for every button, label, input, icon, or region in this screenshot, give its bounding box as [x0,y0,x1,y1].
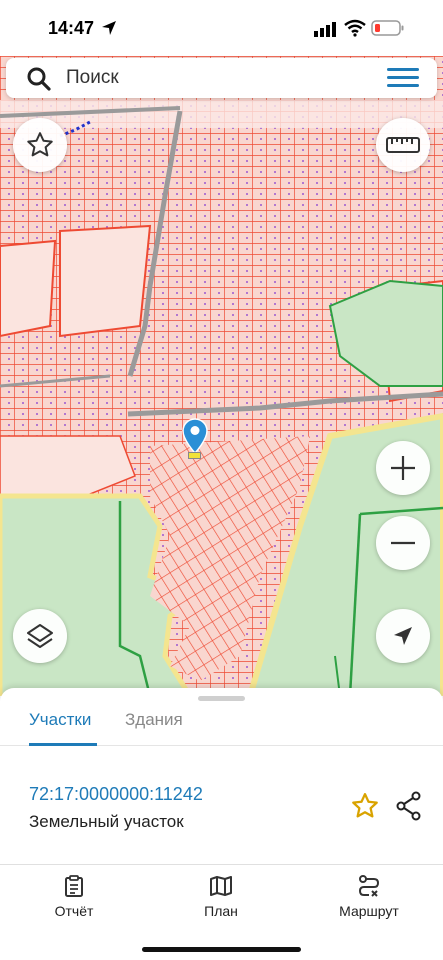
nav-plan[interactable]: План [171,875,271,919]
parcel-type: Земельный участок [29,812,184,831]
wifi-icon [344,19,366,37]
zoom-out-icon [391,541,415,545]
bottom-nav: Отчёт План Маршрут [0,864,443,960]
star-outline-icon[interactable] [350,791,380,821]
favorites-button[interactable] [13,118,67,172]
my-location-button[interactable] [376,609,430,663]
selected-parcel-marker [188,452,201,459]
zoom-in-icon [391,456,415,480]
nav-route[interactable]: Маршрут [319,875,419,919]
location-arrow-icon [102,21,116,35]
sheet-tabs: Участки Здания [0,706,443,746]
home-indicator [142,947,301,952]
ruler-icon [386,137,420,153]
cadastral-map[interactable] [0,56,443,696]
parcel-cadastral-number[interactable]: 72:17:0000000:11242 [29,784,203,805]
search-bar [6,58,437,98]
search-icon [27,67,51,91]
status-bar: 14:47 [0,0,443,56]
hamburger-menu-icon[interactable] [387,68,419,88]
measure-button[interactable] [376,118,430,172]
locate-arrow-icon [394,627,412,645]
parcel-info-sheet: Участки Здания 72:17:0000000:11242 Земел… [0,688,443,864]
star-icon [27,132,53,157]
share-icon[interactable] [395,791,423,821]
tab-parcels[interactable]: Участки [29,710,91,730]
zoom-out-button[interactable] [376,516,430,570]
clipboard-icon [65,875,83,897]
layers-icon [27,624,53,648]
zoom-in-button[interactable] [376,441,430,495]
layers-button[interactable] [13,609,67,663]
battery-low-icon [371,20,404,36]
active-tab-indicator [29,743,97,746]
map-pin-icon[interactable] [182,418,208,454]
tab-buildings[interactable]: Здания [125,710,183,730]
nav-report[interactable]: Отчёт [24,875,124,919]
status-time: 14:47 [48,18,95,38]
nav-report-label: Отчёт [54,903,94,919]
cellular-signal-icon [314,22,336,37]
route-icon [358,875,380,897]
sheet-grabber[interactable] [198,696,245,701]
nav-route-label: Маршрут [339,903,399,919]
map-book-icon [210,876,232,896]
search-input[interactable] [66,66,366,90]
nav-plan-label: План [204,903,238,919]
